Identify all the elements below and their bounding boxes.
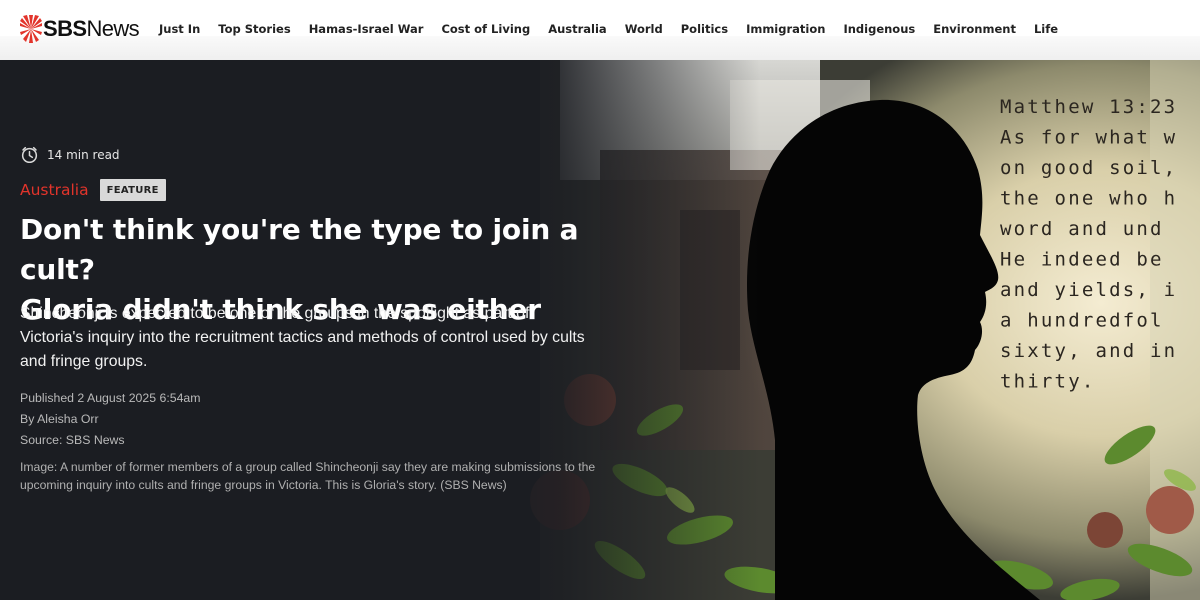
- published-date: Published 2 August 2025 6:54am: [20, 391, 201, 405]
- source: Source: SBS News: [20, 433, 125, 447]
- main-nav: Just In Top Stories Hamas-Israel War Cos…: [150, 22, 1067, 36]
- article-standfirst: Shincheonji is expected to be one of the…: [20, 305, 585, 370]
- nav-item-cost-of-living[interactable]: Cost of Living: [432, 22, 539, 36]
- byline: By Aleisha Orr: [20, 412, 99, 426]
- category-row: Australia FEATURE: [20, 179, 166, 201]
- nav-item-environment[interactable]: Environment: [924, 22, 1025, 36]
- logo-bold-text: SBS: [43, 16, 87, 41]
- nav-item-world[interactable]: World: [616, 22, 672, 36]
- category-link[interactable]: Australia: [20, 181, 89, 199]
- site-header: SBSNews Just In Top Stories Hamas-Israel…: [0, 0, 1200, 60]
- image-caption: Image: A number of former members of a g…: [20, 460, 596, 492]
- nav-item-politics[interactable]: Politics: [672, 22, 737, 36]
- logo-light-text: News: [86, 16, 140, 41]
- nav-item-hamas-israel-war[interactable]: Hamas-Israel War: [300, 22, 433, 36]
- nav-item-top-stories[interactable]: Top Stories: [209, 22, 299, 36]
- article-hero: Matthew 13:23As for what won good soil,t…: [0, 60, 1200, 600]
- nav-item-indigenous[interactable]: Indigenous: [834, 22, 924, 36]
- read-time: 14 min read: [20, 145, 120, 164]
- feature-badge: FEATURE: [99, 179, 166, 201]
- headline-line-1: Don't think you're the type to join a cu…: [20, 213, 579, 286]
- nav-item-immigration[interactable]: Immigration: [737, 22, 834, 36]
- clock-icon: [21, 146, 38, 164]
- nav-item-just-in[interactable]: Just In: [150, 22, 209, 36]
- read-time-label: 14 min read: [47, 147, 120, 162]
- article-meta: Published 2 August 2025 6:54am By Aleish…: [20, 388, 201, 451]
- sbs-sunburst-icon: [20, 15, 42, 43]
- nav-item-life[interactable]: Life: [1025, 22, 1067, 36]
- header-shade: [0, 36, 1200, 60]
- nav-item-australia[interactable]: Australia: [539, 22, 616, 36]
- sbs-news-logo[interactable]: SBSNews: [20, 14, 140, 44]
